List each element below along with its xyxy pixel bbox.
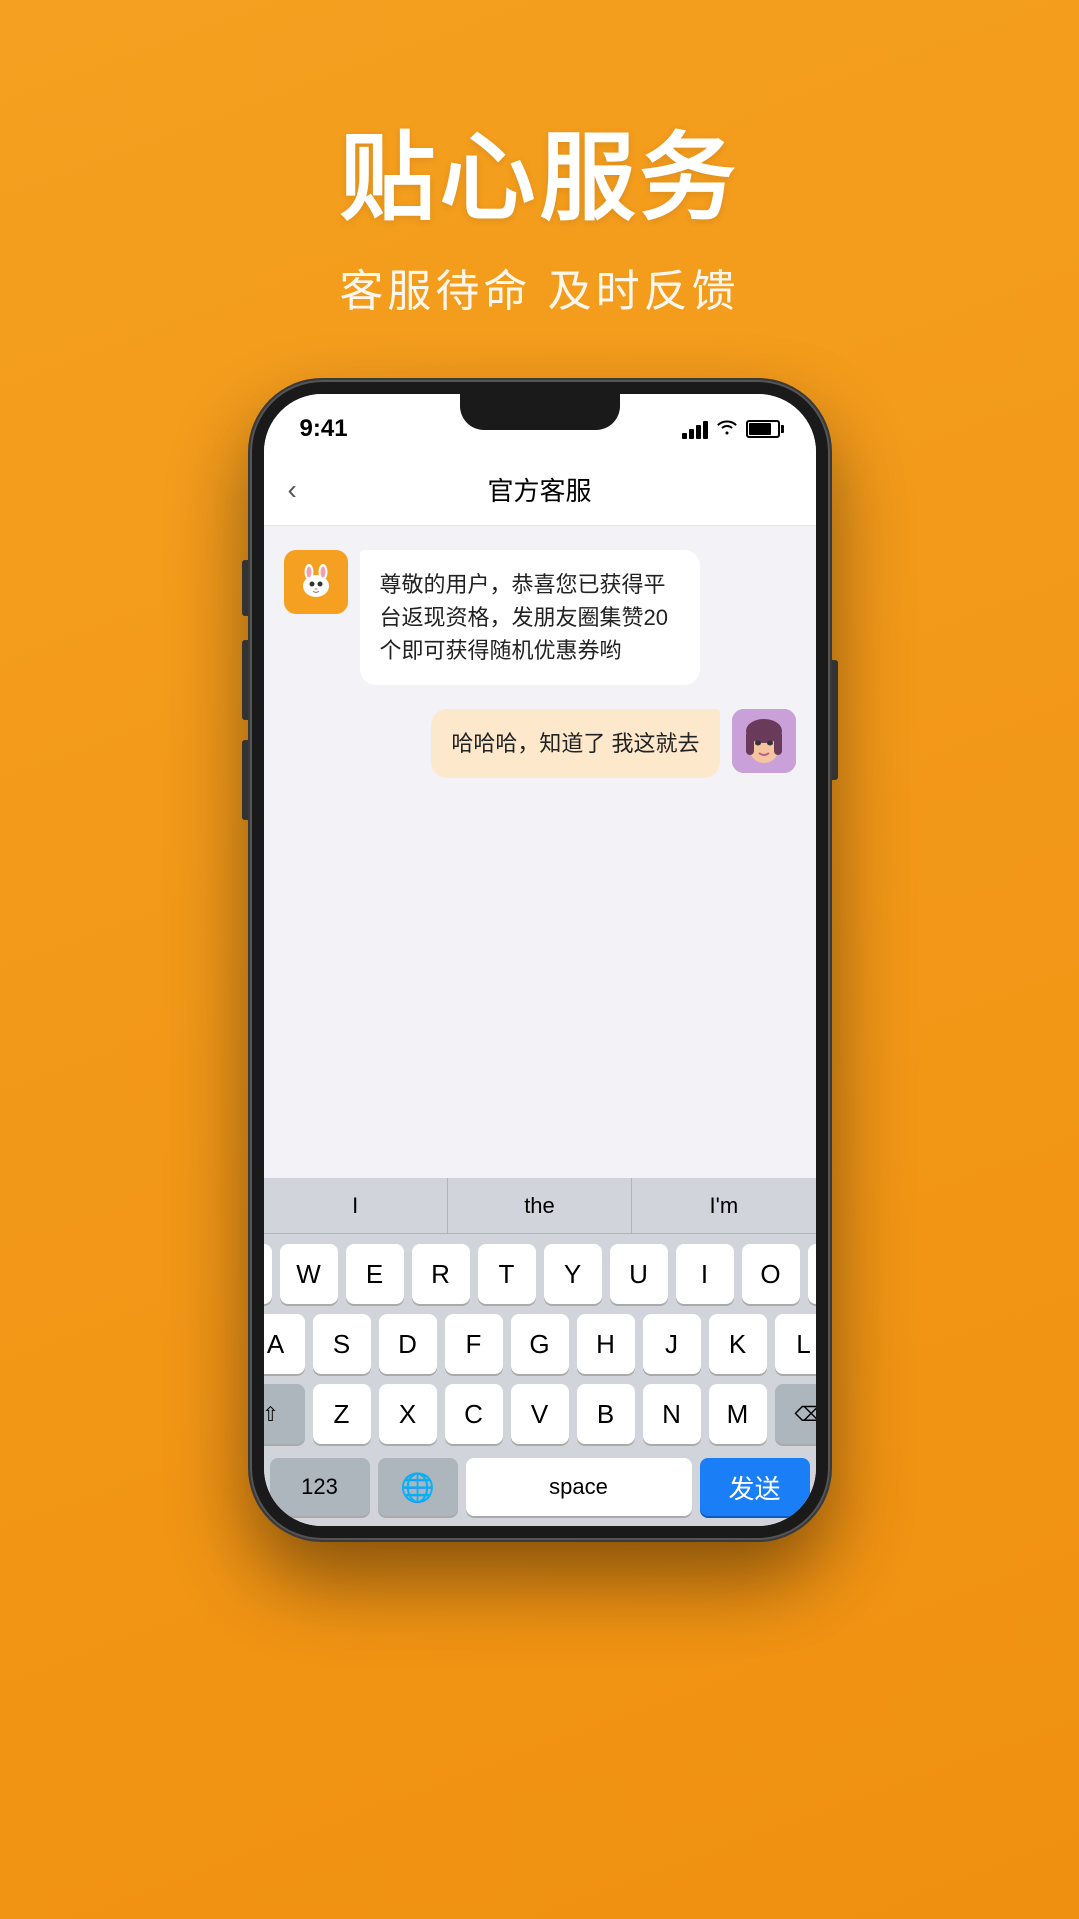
keyboard-emoji-key[interactable]: 🌐: [378, 1458, 458, 1516]
volume-down-button: [242, 640, 248, 720]
phone-mockup: 9:41: [250, 380, 830, 1540]
backspace-key[interactable]: ⌫: [775, 1384, 816, 1444]
shift-key[interactable]: ⇧: [264, 1384, 305, 1444]
hero-section: 贴心服务 客服待命 及时反馈: [0, 100, 1079, 319]
keyboard: I the I'm Q W E R T Y U I O P: [264, 1178, 816, 1526]
key-T[interactable]: T: [478, 1244, 536, 1304]
keyboard-row-1: Q W E R T Y U I O P: [270, 1244, 810, 1304]
nav-bar: ‹ 官方客服: [264, 454, 816, 526]
key-V[interactable]: V: [511, 1384, 569, 1444]
power-button: [832, 660, 838, 780]
bubble-sent: 哈哈哈，知道了 我这就去: [431, 709, 719, 778]
send-key[interactable]: 发送: [700, 1458, 810, 1516]
key-K[interactable]: K: [709, 1314, 767, 1374]
key-F[interactable]: F: [445, 1314, 503, 1374]
hero-title: 贴心服务: [0, 100, 1079, 239]
key-R[interactable]: R: [412, 1244, 470, 1304]
key-E[interactable]: E: [346, 1244, 404, 1304]
key-Y[interactable]: Y: [544, 1244, 602, 1304]
message-row-sent: 哈哈哈，知道了 我这就去: [284, 709, 796, 778]
status-icons: [682, 417, 780, 441]
keyboard-rows: Q W E R T Y U I O P A S D F G: [264, 1234, 816, 1458]
signal-icon: [682, 419, 708, 439]
hero-subtitle: 客服待命 及时反馈: [0, 255, 1079, 319]
key-J[interactable]: J: [643, 1314, 701, 1374]
key-B[interactable]: B: [577, 1384, 635, 1444]
phone-screen: 9:41: [264, 394, 816, 1526]
bubble-received: 尊敬的用户，恭喜您已获得平台返现资格，发朋友圈集赞20个即可获得随机优惠券哟: [360, 550, 700, 685]
key-A[interactable]: A: [264, 1314, 305, 1374]
status-time: 9:41: [300, 415, 348, 443]
suggestion-I[interactable]: I: [264, 1178, 448, 1233]
avatar-rabbit: [284, 550, 348, 614]
key-D[interactable]: D: [379, 1314, 437, 1374]
suggestion-im[interactable]: I'm: [632, 1178, 815, 1233]
notch: [460, 394, 620, 430]
keyboard-row-3: ⇧ Z X C V B N M ⌫: [270, 1384, 810, 1444]
back-button[interactable]: ‹: [288, 474, 297, 506]
message-text-received: 尊敬的用户，恭喜您已获得平台返现资格，发朋友圈集赞20个即可获得随机优惠券哟: [380, 572, 668, 663]
key-U[interactable]: U: [610, 1244, 668, 1304]
keyboard-suggestions: I the I'm: [264, 1178, 816, 1234]
wifi-icon: [716, 417, 738, 441]
key-Z[interactable]: Z: [313, 1384, 371, 1444]
message-text-sent: 哈哈哈，知道了 我这就去: [451, 731, 699, 756]
space-key[interactable]: space: [466, 1458, 692, 1516]
key-M[interactable]: M: [709, 1384, 767, 1444]
key-S[interactable]: S: [313, 1314, 371, 1374]
key-G[interactable]: G: [511, 1314, 569, 1374]
chat-area: 尊敬的用户，恭喜您已获得平台返现资格，发朋友圈集赞20个即可获得随机优惠券哟: [264, 526, 816, 1206]
key-H[interactable]: H: [577, 1314, 635, 1374]
key-X[interactable]: X: [379, 1384, 437, 1444]
message-row-received: 尊敬的用户，恭喜您已获得平台返现资格，发朋友圈集赞20个即可获得随机优惠券哟: [284, 550, 796, 685]
keyboard-row-2: A S D F G H J K L: [270, 1314, 810, 1374]
battery-icon: [746, 420, 780, 438]
volume-up-button: [242, 560, 248, 616]
key-W[interactable]: W: [280, 1244, 338, 1304]
silent-button: [242, 740, 248, 820]
key-N[interactable]: N: [643, 1384, 701, 1444]
key-C[interactable]: C: [445, 1384, 503, 1444]
numbers-key[interactable]: 123: [270, 1458, 370, 1516]
avatar-user: [732, 709, 796, 773]
key-P[interactable]: P: [808, 1244, 816, 1304]
key-O[interactable]: O: [742, 1244, 800, 1304]
key-Q[interactable]: Q: [264, 1244, 272, 1304]
suggestion-the[interactable]: the: [448, 1178, 632, 1233]
key-L[interactable]: L: [775, 1314, 816, 1374]
page-title: 官方客服: [487, 471, 591, 508]
keyboard-bottom-row: 123 🌐 space 发送: [264, 1458, 816, 1526]
key-I[interactable]: I: [676, 1244, 734, 1304]
